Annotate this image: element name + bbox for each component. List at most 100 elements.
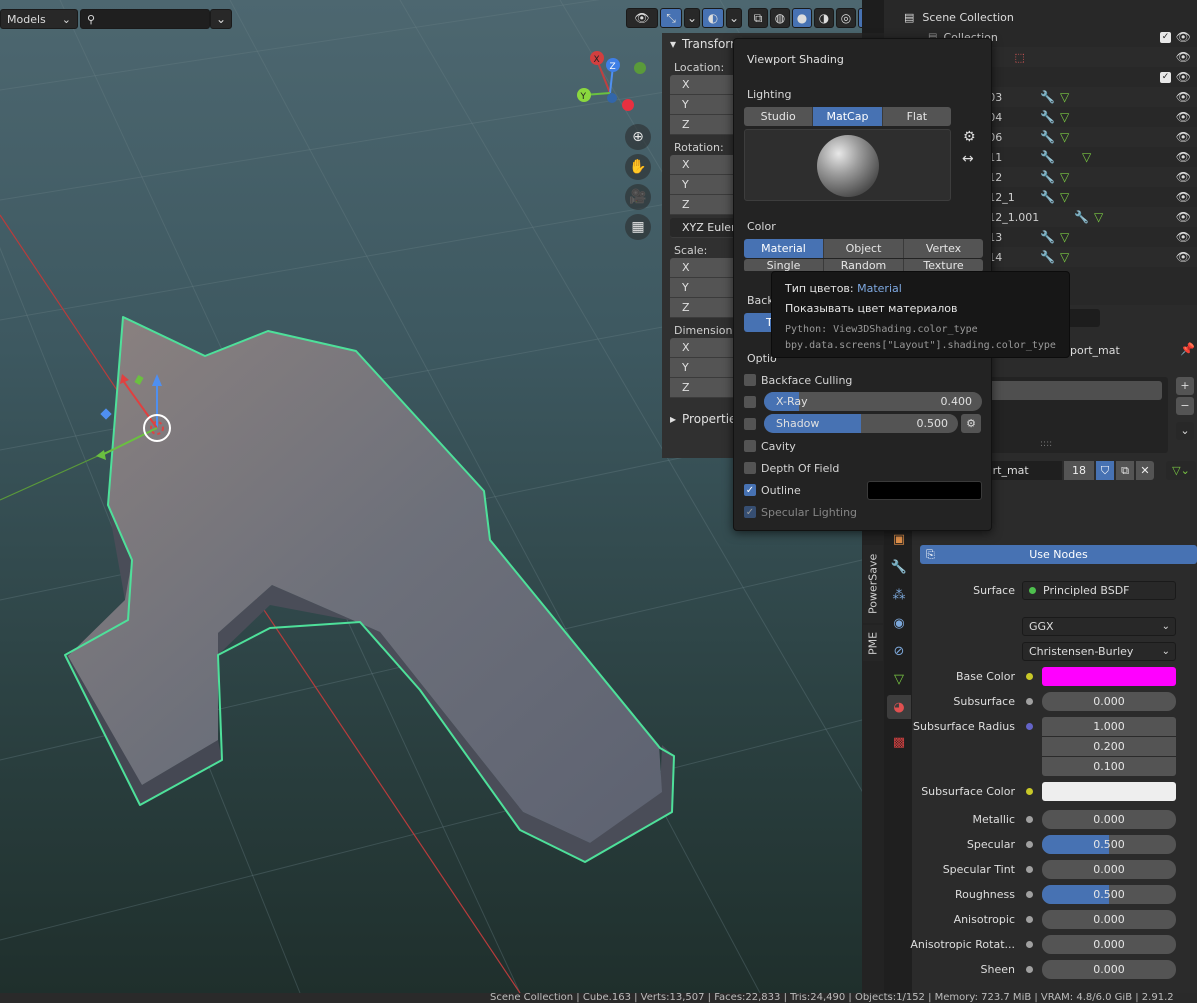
mesh-data-icon[interactable]: ▽ [1060,230,1069,244]
add-slot-button[interactable]: + [1176,377,1194,395]
eye-icon[interactable]: 👁 [1176,230,1191,244]
material-shading-button[interactable]: ◑ [814,8,834,28]
subsurface-method-dropdown[interactable]: Christensen-Burley ⌄ [1022,642,1176,661]
tab-texture[interactable]: ▩ [887,730,911,754]
duplicate-material-button[interactable]: ⧉ [1116,461,1134,480]
matcap-preview[interactable] [744,129,951,201]
wrench-icon[interactable]: 🔧 [1040,90,1055,104]
specular-field[interactable]: 0.500 [1042,835,1176,854]
search-input[interactable]: ⚲ [80,9,210,29]
eye-icon[interactable]: 👁 [1176,110,1191,124]
lighting-option-studio[interactable]: Studio [744,107,814,126]
xray-alpha-slider[interactable]: X-Ray 0.400 [764,392,982,411]
transform-gizmo[interactable] [92,368,182,468]
outliner-root[interactable]: ▤ Scene Collection [884,7,1197,27]
zoom-button[interactable]: ⊕ [625,124,651,150]
wrench-icon[interactable]: 🔧 [1040,230,1055,244]
filter-dropdown-button[interactable]: ⌄ [210,9,232,29]
wireframe-shading-button[interactable]: ◍ [770,8,790,28]
depth-of-field-checkbox[interactable]: Depth Of Field [744,459,839,477]
value-socket-icon[interactable] [1026,966,1033,973]
wrench-icon[interactable]: 🔧 [1040,190,1055,204]
slot-specials-button[interactable]: ⌄ [1176,422,1194,440]
value-socket-icon[interactable] [1026,698,1033,705]
mesh-data-icon[interactable]: ▽ [1060,90,1069,104]
wrench-icon[interactable]: 🔧 [1040,130,1055,144]
specular-lighting-checkbox[interactable]: ✓ Specular Lighting [744,503,857,521]
vector-socket-icon[interactable] [1026,723,1033,730]
color-socket-icon[interactable] [1026,788,1033,795]
metallic-field[interactable]: 0.000 [1042,810,1176,829]
tab-physics[interactable]: ◉ [887,611,911,635]
subsurface-field[interactable]: 0.000 [1042,692,1176,711]
camera-view-button[interactable]: 🎥 [625,184,651,210]
anisotropic-field[interactable]: 0.000 [1042,910,1176,929]
value-socket-icon[interactable] [1026,891,1033,898]
eye-icon[interactable]: 👁 [1176,190,1191,204]
resize-handle-icon[interactable]: :::: [1040,439,1052,449]
tab-pme[interactable]: PME [863,625,883,661]
surface-shader-selector[interactable]: Principled BSDF [1022,581,1176,600]
unlink-material-button[interactable]: ✕ [1136,461,1154,480]
mesh-data-icon[interactable]: ▽ [1060,170,1069,184]
shading-dropdown-button[interactable]: ⌄ [858,8,862,28]
wrench-icon[interactable]: 🔧 [1040,150,1055,164]
anisotropic-rotation-field[interactable]: 0.000 [1042,935,1176,954]
solid-shading-button[interactable]: ● [792,8,812,28]
xray-toggle[interactable]: ⧉ [748,8,768,28]
mesh-data-icon[interactable]: ▽ [1082,150,1091,164]
flip-matcap-icon[interactable]: ↔ [962,151,974,167]
color-socket-icon[interactable] [1026,673,1033,680]
rendered-shading-button[interactable]: ◎ [836,8,856,28]
outline-color-swatch[interactable] [867,481,982,500]
value-socket-icon[interactable] [1026,841,1033,848]
eye-icon[interactable]: 👁 [1176,150,1191,164]
backface-culling-checkbox[interactable]: Backface Culling [744,371,852,389]
tab-powersave[interactable]: PowerSave [863,545,883,623]
mesh-data-icon[interactable]: ▽ [1094,210,1103,224]
eye-icon[interactable]: 👁 [1176,210,1191,224]
eye-icon[interactable]: 👁 [1176,50,1191,64]
color-option-random[interactable]: Random [824,259,904,271]
remove-slot-button[interactable]: − [1176,397,1194,415]
shadow-intensity-slider[interactable]: Shadow 0.500 [764,414,958,433]
wrench-icon[interactable]: 🔧 [1074,210,1089,224]
wrench-icon[interactable]: 🔧 [1040,250,1055,264]
color-option-vertex[interactable]: Vertex [904,239,983,258]
sheen-field[interactable]: 0.000 [1042,960,1176,979]
color-option-texture[interactable]: Texture [904,259,983,271]
base-color-swatch[interactable] [1042,667,1176,686]
shadow-settings-button[interactable]: ⚙ [961,414,981,433]
tab-particles[interactable]: ⁂ [887,583,911,607]
lighting-option-matcap[interactable]: MatCap [813,107,883,126]
cavity-checkbox[interactable]: Cavity [744,437,796,455]
use-nodes-button[interactable]: ⎘ Use Nodes [920,545,1197,564]
roughness-field[interactable]: 0.500 [1042,885,1176,904]
eye-icon[interactable]: 👁 [1176,30,1191,44]
xray-checkbox[interactable] [744,393,761,411]
subsurface-radius-x-field[interactable]: 1.000 [1042,717,1176,736]
overlays-dropdown[interactable]: ⌄ [726,8,742,28]
mode-dropdown[interactable]: Models ⌄ [0,9,78,29]
outline-checkbox[interactable]: ✓ Outline [744,481,801,499]
gear-icon[interactable]: ⚙ [963,129,976,145]
lighting-option-flat[interactable]: Flat [882,107,951,126]
eye-icon[interactable]: 👁 [1176,250,1191,264]
pin-icon[interactable]: 📌 [1180,342,1195,356]
perspective-toggle-button[interactable]: ▦ [625,214,651,240]
fake-user-button[interactable]: ⛉ [1096,461,1114,480]
mesh-data-icon[interactable]: ▽ [1060,110,1069,124]
tab-constraints[interactable]: ⊘ [887,639,911,663]
shadow-checkbox[interactable] [744,415,761,433]
value-socket-icon[interactable] [1026,866,1033,873]
color-option-single[interactable]: Single [744,259,824,271]
overlays-toggle[interactable]: ◐ [702,8,724,28]
subsurface-color-swatch[interactable] [1042,782,1176,801]
visibility-dropdown[interactable]: 👁 [626,8,658,28]
color-option-material[interactable]: Material [744,239,824,258]
tab-modifiers[interactable]: 🔧 [887,555,911,579]
value-socket-icon[interactable] [1026,916,1033,923]
color-option-object[interactable]: Object [824,239,904,258]
gizmo-dropdown[interactable]: ⌄ [684,8,700,28]
tab-material[interactable]: ◕ [887,695,911,719]
